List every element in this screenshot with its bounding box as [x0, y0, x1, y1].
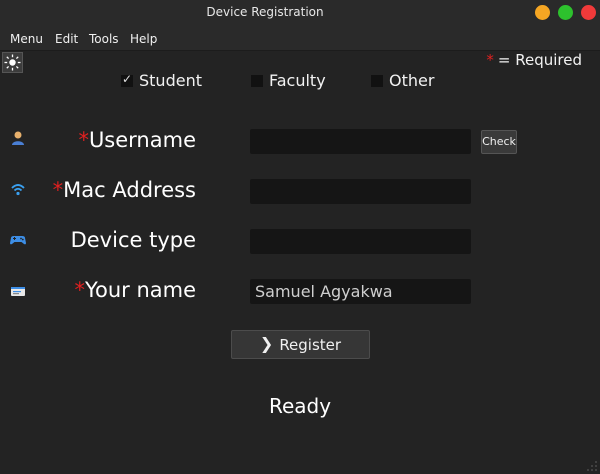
maximize-button[interactable]: [558, 5, 573, 20]
required-note-text: = Required: [497, 51, 582, 69]
device-type-label-text: Device type: [70, 228, 196, 252]
resize-grip-icon[interactable]: [586, 460, 598, 472]
theme-toggle-button[interactable]: [2, 52, 23, 73]
checkbox[interactable]: [371, 74, 383, 87]
window-title: Device Registration: [206, 5, 324, 19]
your-name-label-text: Your name: [84, 278, 196, 302]
menu-item-tools[interactable]: Tools: [89, 32, 119, 46]
wifi-icon: [11, 184, 25, 196]
mac-address-label-text: Mac Address: [63, 178, 196, 202]
required-star: *: [486, 51, 494, 69]
your-name-label: *Your name: [74, 278, 196, 302]
menu-item-menu[interactable]: Menu: [10, 32, 43, 46]
register-button-label: Register: [279, 335, 342, 354]
checkmark-icon: ✓: [122, 71, 133, 86]
menu-item-edit[interactable]: Edit: [55, 32, 78, 46]
menu-bar: Menu Edit Tools Help: [0, 26, 600, 51]
username-input[interactable]: [250, 129, 471, 154]
title-bar: Device Registration: [0, 0, 600, 26]
mac-address-label: *Mac Address: [53, 178, 196, 202]
role-checkbox-other[interactable]: Other: [371, 71, 434, 90]
role-label: Faculty: [269, 71, 326, 90]
role-label: Student: [139, 71, 202, 90]
gamepad-icon: [10, 236, 26, 245]
role-checkbox-faculty[interactable]: Faculty: [251, 71, 326, 90]
user-icon: [12, 131, 24, 145]
minimize-button[interactable]: [535, 5, 550, 20]
sun-icon: [4, 54, 21, 71]
role-label: Other: [389, 71, 435, 90]
check-button[interactable]: Check: [481, 130, 517, 154]
checkbox[interactable]: ✓: [121, 71, 133, 87]
required-star: *: [78, 128, 89, 152]
required-star: *: [74, 278, 85, 302]
device-type-input[interactable]: [250, 229, 471, 254]
menu-item-help[interactable]: Help: [130, 32, 157, 46]
id-card-icon: [11, 287, 25, 296]
mac-address-input[interactable]: [250, 179, 471, 204]
close-button[interactable]: [581, 5, 596, 20]
required-star: *: [52, 178, 64, 202]
device-type-label: Device type: [71, 228, 196, 252]
role-checkbox-student[interactable]: ✓ Student: [121, 71, 202, 90]
username-label-text: Username: [88, 128, 196, 152]
chevron-right-icon: ❯: [259, 334, 274, 353]
username-label: *Username: [78, 128, 196, 152]
required-note: * = Required: [486, 51, 582, 69]
register-button[interactable]: ❯ Register: [231, 330, 370, 359]
status-text: Ready: [268, 394, 332, 418]
your-name-input[interactable]: [250, 279, 471, 304]
checkbox[interactable]: [251, 74, 263, 87]
